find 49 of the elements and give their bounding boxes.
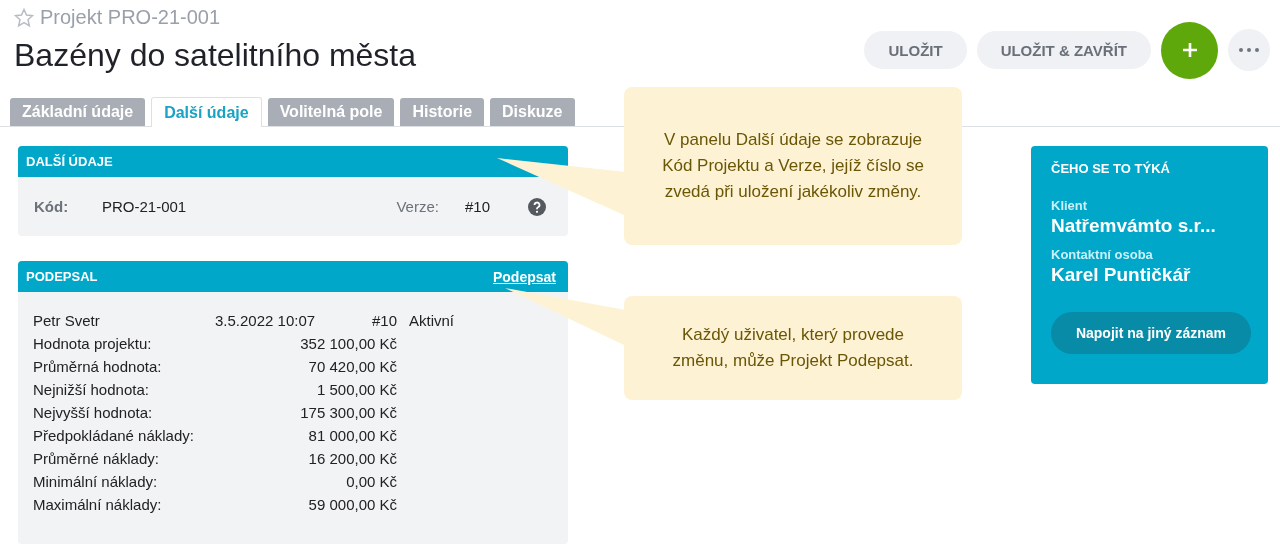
help-icon[interactable] <box>528 197 546 216</box>
value-label: Maximální náklady: <box>33 496 163 513</box>
tab[interactable]: Další údaje <box>151 97 262 127</box>
save-button[interactable]: ULOŽIT <box>864 31 967 69</box>
more-button[interactable] <box>1228 29 1270 71</box>
value-label: Minimální náklady: <box>33 473 159 490</box>
sign-link[interactable]: Podepsat <box>493 268 556 285</box>
value-label: Nejnižší hodnota: <box>33 381 150 398</box>
value-label: Průměrné náklady: <box>33 450 160 467</box>
panel-title: PODEPSAL <box>26 269 98 284</box>
value-label: Předpokládané náklady: <box>33 427 195 444</box>
tab[interactable]: Volitelná pole <box>267 98 395 126</box>
value-amount: 70 420,00 Kč <box>307 358 397 375</box>
signed-version: #10 <box>370 312 397 329</box>
contact-label: Kontaktní osoba <box>1051 247 1154 262</box>
value-label: Nejvyšší hodnota: <box>33 404 154 421</box>
more-icon <box>1238 47 1260 53</box>
value-amount: 59 000,00 Kč <box>307 496 397 513</box>
value-amount: 175 300,00 Kč <box>299 404 397 421</box>
record-subtitle: Projekt PRO-21-001 <box>40 6 221 29</box>
value-amount: 0,00 Kč <box>345 473 397 490</box>
client-name: Natřemvámto s.r... <box>1051 215 1217 237</box>
add-button[interactable] <box>1161 21 1218 79</box>
value-amount: 81 000,00 Kč <box>307 427 397 444</box>
callout: V panelu Další údaje se zobrazuje Kód Projektu a Verze, jejíž číslo se zvedá při uložení jakékoliv změny. <box>624 87 962 245</box>
signer-name: Petr Svetr <box>33 312 101 329</box>
save-button[interactable]: ULOŽIT & ZAVŘÍT <box>976 31 1151 69</box>
panel-title: DALŠÍ ÚDAJE <box>26 154 113 169</box>
field-label: Kód: <box>34 198 70 215</box>
callout: Každý uživatel, který provede změnu, může Projekt Podepsat. <box>624 296 962 400</box>
value-amount: 16 200,00 Kč <box>307 450 397 467</box>
tab[interactable]: Historie <box>400 98 485 126</box>
card-title: ČEHO SE TO TÝKÁ <box>1051 161 1171 176</box>
tab[interactable]: Diskuze <box>490 98 575 126</box>
field-value: #10 <box>464 198 490 215</box>
client-label: Klient <box>1051 198 1089 213</box>
contact-name: Karel Puntičkář <box>1051 264 1192 286</box>
value-label: Průměrná hodnota: <box>33 358 163 375</box>
value-amount: 352 100,00 Kč <box>299 335 397 352</box>
field-value: PRO-21-001 <box>102 198 187 215</box>
signed-date: 3.5.2022 10:07 <box>215 312 317 329</box>
value-amount: 1 500,00 Kč <box>315 381 397 398</box>
signature-status: Aktivní <box>409 312 454 329</box>
value-label: Hodnota projektu: <box>33 335 153 352</box>
tab[interactable]: Základní údaje <box>10 98 146 126</box>
link-record-button[interactable]: Napojit na jiný záznam <box>1051 312 1251 354</box>
field-label: Verze: <box>396 198 439 215</box>
star-icon[interactable] <box>14 7 34 28</box>
page-title: Bazény do satelitního města <box>14 37 416 74</box>
